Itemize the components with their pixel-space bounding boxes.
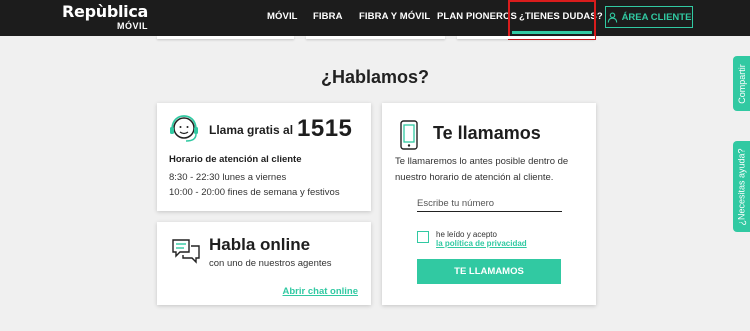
card-stub: [306, 36, 445, 39]
help-side-tab-label: ¿Necesitas ayuda?: [736, 147, 747, 226]
chat-subtitle: con uno de nuestros agentes: [209, 258, 332, 269]
phone-number-input[interactable]: [417, 196, 562, 212]
headset-icon: [170, 115, 198, 142]
hours-title: Horario de atención al cliente: [169, 154, 302, 165]
share-side-tab-label: Compartir: [736, 63, 747, 104]
logo-text: Repùblica: [62, 2, 149, 21]
open-chat-link[interactable]: Abrir chat online: [283, 286, 358, 297]
call-label: Llama gratis al: [209, 123, 294, 137]
accept-text: he leído y acepto: [436, 230, 497, 239]
area-cliente-button[interactable]: ÁREA CLIENTE: [605, 6, 693, 28]
chat-bubbles-icon: [172, 239, 200, 264]
republica-movil-logo[interactable]: Repùblica MÓVIL: [62, 2, 149, 32]
share-side-tab[interactable]: Compartir: [733, 56, 750, 111]
help-side-tab[interactable]: ¿Necesitas ayuda?: [733, 141, 750, 232]
hours-line-weekdays: 8:30 - 22:30 lunes a viernes: [169, 172, 287, 183]
nav-plan-pioneros[interactable]: PLAN PIONEROS: [437, 11, 517, 23]
call-card: Llama gratis al 1515 Horario de atención…: [157, 103, 371, 211]
area-cliente-label: ÁREA CLIENTE: [621, 11, 692, 23]
chat-title: Habla online: [209, 235, 311, 254]
privacy-policy-link[interactable]: la política de privacidad: [436, 239, 527, 248]
top-navigation-bar: Repùblica MÓVIL MÓVIL FIBRA FIBRA Y MÓVI…: [0, 0, 750, 40]
active-nav-highlight-box: [508, 0, 596, 40]
logo-subtext: MÓVIL: [117, 21, 149, 31]
hours-line-weekends: 10:00 - 20:00 fines de semana y festivos: [169, 187, 340, 198]
user-icon: [607, 12, 617, 23]
phone-number[interactable]: 1515: [297, 115, 352, 143]
privacy-checkbox[interactable]: [417, 231, 429, 243]
callback-description: Te llamaremos lo antes posible dentro de…: [395, 156, 569, 183]
card-stub: [157, 36, 294, 39]
nav-fibra-y-movil[interactable]: FIBRA Y MÓVIL: [359, 11, 430, 23]
nav-fibra[interactable]: FIBRA: [313, 11, 343, 23]
chat-card: Habla online con uno de nuestros agentes…: [157, 222, 371, 305]
call-me-button[interactable]: TE LLAMAMOS: [417, 259, 561, 284]
nav-movil[interactable]: MÓVIL: [267, 11, 298, 23]
callback-title: Te llamamos: [433, 123, 541, 143]
mobile-phone-icon: [400, 120, 418, 150]
page-title: ¿Hablamos?: [320, 67, 430, 87]
card-stub: [457, 36, 595, 39]
callback-card: Te llamamos Te llamaremos lo antes posib…: [382, 103, 596, 305]
